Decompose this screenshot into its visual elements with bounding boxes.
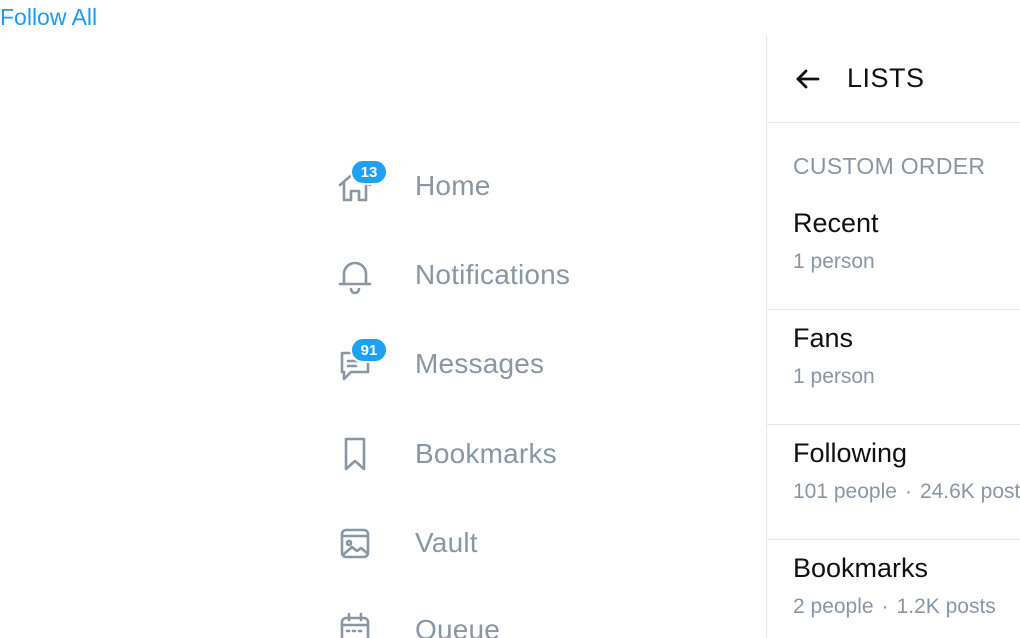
list-name: Fans — [793, 323, 854, 353]
messages-badge: 91 — [350, 337, 388, 363]
home-icon: 13 — [330, 159, 388, 211]
sidebar-item-label: Queue — [415, 614, 501, 638]
list-name: Bookmarks — [793, 553, 929, 583]
list-posts-count: 1.2K posts — [896, 595, 996, 618]
list-item-bookmarks[interactable]: Bookmarks 2 people · 1.2K posts — [767, 540, 1020, 638]
sidebar-item-queue[interactable]: Queue — [330, 602, 690, 638]
message-icon: 91 — [330, 337, 388, 389]
list-people-count: 1 person — [793, 250, 875, 273]
page-title: LISTS — [847, 63, 925, 93]
sidebar-item-vault[interactable]: Vault — [330, 515, 690, 571]
list-item-recent[interactable]: Recent 1 person — [767, 195, 1020, 310]
follow-all-link[interactable]: Follow All — [0, 4, 97, 31]
back-arrow-icon[interactable] — [791, 62, 825, 96]
list-name: Following — [793, 438, 908, 468]
sidebar-item-label: Vault — [415, 527, 478, 558]
sidebar-item-home[interactable]: 13 Home — [330, 158, 690, 214]
lists-panel: LISTS CUSTOM ORDER Recent 1 person Fans … — [766, 35, 1020, 638]
sidebar-item-messages[interactable]: 91 Messages — [330, 336, 690, 392]
list-item-following[interactable]: Following 101 people · 24.6K posts — [767, 425, 1020, 540]
list-item-fans[interactable]: Fans 1 person — [767, 310, 1020, 425]
sidebar-item-bookmarks[interactable]: Bookmarks — [330, 426, 690, 482]
list-meta: 1 person — [793, 364, 1020, 390]
bell-icon — [330, 250, 380, 300]
home-badge: 13 — [350, 159, 388, 185]
list-people-count: 101 people — [793, 480, 897, 503]
calendar-icon — [330, 605, 380, 638]
list-meta: 101 people · 24.6K posts — [793, 479, 1020, 505]
image-vault-icon — [330, 518, 380, 568]
list-meta: 1 person — [793, 249, 1020, 275]
sidebar-item-label: Bookmarks — [415, 438, 557, 469]
list-people-count: 2 people — [793, 595, 874, 618]
sidebar-nav: 13 Home Notifications 91 Messages Bookma… — [330, 0, 750, 638]
list-meta: 2 people · 1.2K posts — [793, 594, 1020, 620]
sidebar-item-notifications[interactable]: Notifications — [330, 247, 690, 303]
list-posts-count: 24.6K posts — [919, 480, 1020, 503]
bookmark-icon — [330, 429, 380, 479]
sidebar-item-label: Notifications — [415, 259, 571, 290]
separator-dot: · — [881, 595, 889, 618]
lists-header: LISTS — [767, 35, 1020, 123]
sidebar-item-label: Home — [415, 170, 491, 201]
list-people-count: 1 person — [793, 365, 875, 388]
separator-dot: · — [904, 480, 912, 503]
list-name: Recent — [793, 208, 879, 238]
sidebar-item-label: Messages — [415, 348, 545, 379]
page: Follow All 13 Home Notifications 91 Mess… — [0, 0, 1020, 638]
